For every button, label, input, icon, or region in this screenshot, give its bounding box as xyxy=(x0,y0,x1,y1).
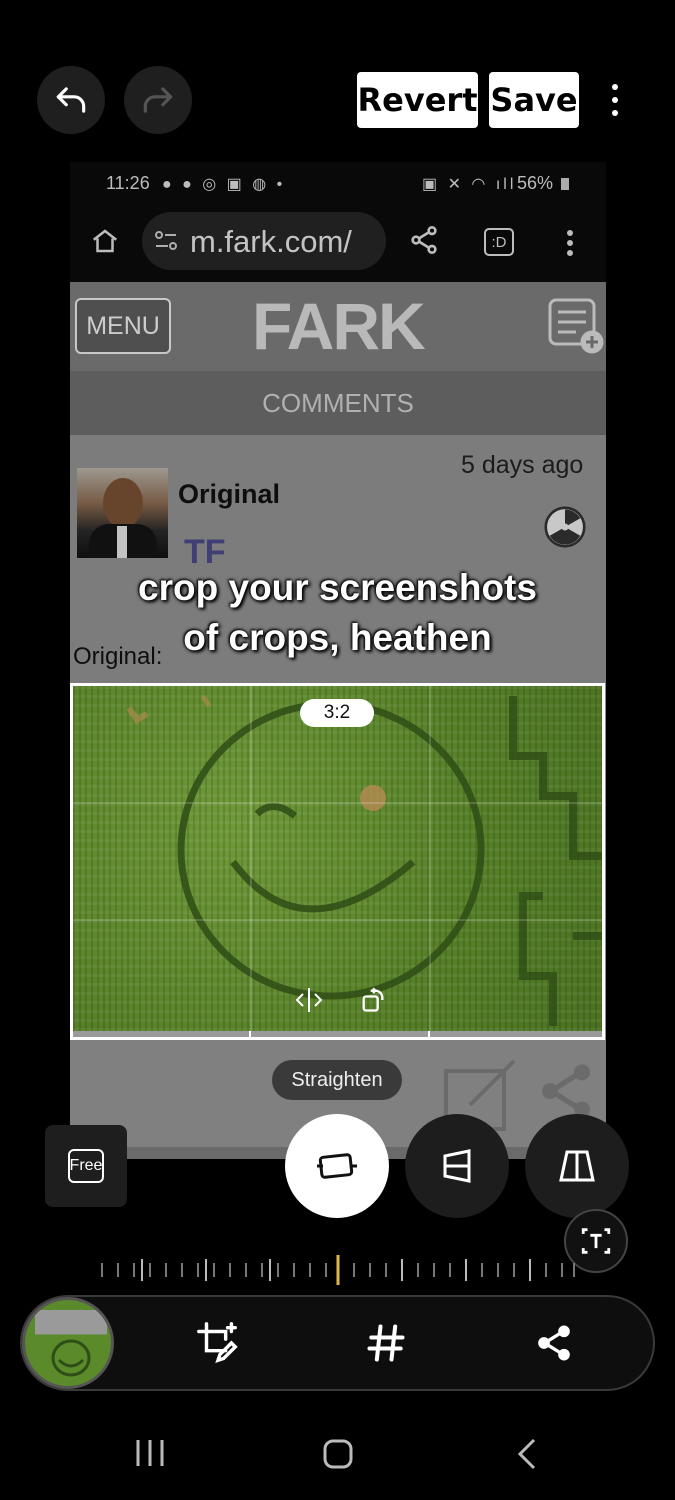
straighten-tool-button[interactable] xyxy=(285,1114,389,1218)
flip-icon[interactable] xyxy=(291,986,327,1014)
meme-caption-line-2: of crops, heathen xyxy=(183,617,492,658)
vertical-perspective-icon xyxy=(443,1149,471,1183)
crop-field-image xyxy=(73,686,602,1031)
straighten-icon xyxy=(317,1153,357,1179)
decorate-button[interactable] xyxy=(192,1317,244,1369)
redo-icon xyxy=(143,87,173,113)
meme-caption-line-1: crop your screenshots xyxy=(138,567,537,608)
preview-thumbnail[interactable] xyxy=(22,1297,114,1389)
revert-button[interactable]: Revert xyxy=(357,72,478,128)
free-crop-label: Free xyxy=(68,1149,104,1183)
free-crop-button[interactable]: Free xyxy=(45,1125,127,1207)
aspect-ratio-badge[interactable]: 3:2 xyxy=(300,699,374,727)
text-extract-icon xyxy=(581,1228,611,1254)
bottom-toolbar xyxy=(20,1295,655,1391)
more-options-icon[interactable] xyxy=(606,84,624,116)
vertical-perspective-button[interactable] xyxy=(405,1114,509,1218)
rotation-ruler[interactable] xyxy=(96,1255,580,1285)
recent-apps-icon[interactable] xyxy=(134,1438,166,1468)
back-nav-icon[interactable] xyxy=(514,1438,538,1470)
save-button[interactable]: Save xyxy=(489,72,579,128)
tag-button[interactable] xyxy=(360,1317,412,1369)
undo-button[interactable] xyxy=(37,66,105,134)
undo-icon xyxy=(56,87,86,113)
crop-edit-icon xyxy=(197,1322,238,1363)
hashtag-icon xyxy=(367,1324,405,1362)
rotate-icon[interactable] xyxy=(359,986,387,1014)
redo-button[interactable] xyxy=(124,66,192,134)
straighten-label: Straighten xyxy=(272,1060,402,1100)
horizontal-perspective-icon xyxy=(559,1150,595,1182)
home-nav-icon[interactable] xyxy=(322,1438,354,1470)
share-button[interactable] xyxy=(528,1317,580,1369)
horizontal-perspective-button[interactable] xyxy=(525,1114,629,1218)
system-nav-bar xyxy=(0,1410,675,1500)
crop-frame[interactable] xyxy=(70,683,605,1040)
share-icon xyxy=(538,1325,570,1361)
